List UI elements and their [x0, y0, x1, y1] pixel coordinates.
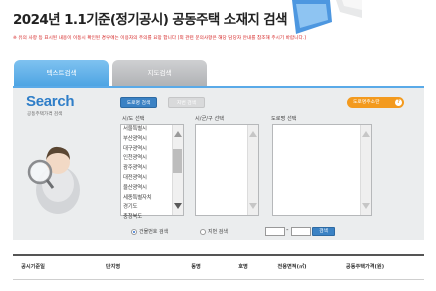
sido-option[interactable]: 충청북도 — [123, 213, 174, 223]
scroll-down-arrow-icon[interactable] — [249, 203, 257, 209]
road-scrollbar[interactable] — [360, 125, 371, 215]
sido-listbox[interactable]: 서울특별시 부산광역시 대구광역시 인천광역시 광주광역시 대전광역시 울산광역… — [120, 124, 184, 220]
road-select-label: 도로명 선택 — [271, 116, 297, 122]
results-table-header: 공시기준일 단지명 동명 호명 전용면적(㎡) 공동주택가격(원) — [13, 254, 424, 280]
lot-number-radio-label: 지번 검색 — [208, 229, 228, 235]
question-icon: ? — [395, 99, 402, 106]
road-address-help-label: 도로명주소란 — [353, 100, 380, 105]
search-panel: Search 공동주택가격 검색 도로명 검색 지번 검색 도로명주소란 ? 시… — [13, 86, 424, 240]
building-number-radio-label: 건물번호 검색 — [139, 229, 169, 235]
sido-select-label: 시/도 선택 — [122, 116, 145, 122]
column-header: 공동주택가격(원) — [345, 264, 385, 270]
scroll-down-arrow-icon[interactable] — [174, 203, 182, 209]
sido-option[interactable]: 인천광역시 — [123, 154, 174, 164]
column-header: 동명 — [191, 264, 201, 270]
search-button[interactable]: 검색 — [312, 227, 335, 236]
sido-scrollbar[interactable] — [172, 125, 183, 215]
sigungu-scrollbar[interactable] — [247, 125, 258, 215]
road-listbox[interactable] — [272, 124, 372, 216]
column-header: 단지명 — [105, 264, 121, 270]
sido-option[interactable]: 대구광역시 — [123, 145, 174, 155]
scroll-up-arrow-icon[interactable] — [362, 131, 370, 137]
scroll-up-arrow-icon[interactable] — [249, 131, 257, 137]
column-header: 호명 — [238, 264, 248, 270]
header-decoration-graphic — [292, 0, 362, 34]
person-with-magnifier-illustration — [27, 146, 80, 214]
sido-option[interactable]: 대전광역시 — [123, 174, 174, 184]
sido-option[interactable]: 세종특별자치 — [123, 194, 174, 204]
search-logo-title: Search — [26, 93, 75, 110]
lot-number-search-button[interactable]: 지번 검색 — [168, 97, 205, 108]
tab-text-search[interactable]: 텍스트검색 — [14, 60, 109, 88]
sido-option[interactable]: 광주광역시 — [123, 164, 174, 174]
tab-map-search[interactable]: 지도검색 — [112, 60, 207, 88]
sido-option[interactable]: 서울특별시 — [123, 125, 174, 135]
sub-number-input[interactable] — [291, 227, 311, 236]
main-number-input[interactable] — [265, 227, 285, 236]
road-address-help-button[interactable]: 도로명주소란 ? — [347, 97, 404, 108]
scroll-down-arrow-icon[interactable] — [362, 203, 370, 209]
number-separator: - — [286, 226, 289, 234]
scroll-up-arrow-icon[interactable] — [174, 131, 182, 137]
page-title: 2024년 1.1기준(정기공시) 공동주택 소재지 검색 — [13, 12, 288, 28]
sido-option[interactable]: 부산광역시 — [123, 135, 174, 145]
sigungu-listbox[interactable] — [195, 124, 259, 216]
column-header: 공시기준일 — [21, 264, 45, 270]
road-name-search-button[interactable]: 도로명 검색 — [120, 97, 157, 108]
notice-text: ※ 유의 사항 등 표시된 내용이 이동시 확인된 경우에는 이용자의 주의를 … — [13, 36, 307, 41]
building-number-radio[interactable] — [131, 229, 137, 235]
sido-options: 서울특별시 부산광역시 대구광역시 인천광역시 광주광역시 대전광역시 울산광역… — [121, 125, 174, 223]
search-logo-subtitle: 공동주택가격 검색 — [27, 112, 63, 117]
scroll-thumb[interactable] — [173, 149, 182, 173]
sido-option[interactable]: 경기도 — [123, 203, 174, 213]
column-header: 전용면적(㎡) — [277, 264, 307, 270]
sido-option[interactable]: 울산광역시 — [123, 184, 174, 194]
sigungu-select-label: 시/군/구 선택 — [195, 116, 225, 122]
lot-number-radio[interactable] — [200, 229, 206, 235]
